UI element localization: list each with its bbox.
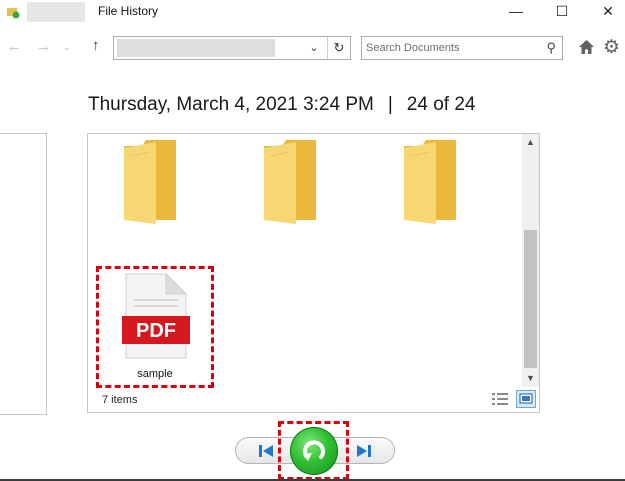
up-button[interactable]: ↑ xyxy=(92,37,100,54)
file-history-app-icon xyxy=(7,8,20,19)
search-box[interactable]: ⚲ xyxy=(361,36,563,60)
folder-icon[interactable] xyxy=(122,138,178,226)
window-title: File History xyxy=(98,4,159,18)
address-bar[interactable]: ⌄ ↻ xyxy=(113,36,351,60)
search-input[interactable] xyxy=(366,40,536,56)
file-highlight-box xyxy=(96,266,214,388)
search-icon[interactable]: ⚲ xyxy=(546,40,556,56)
minimize-button[interactable]: — xyxy=(494,0,538,22)
vertical-scrollbar[interactable]: ▲ ▼ xyxy=(522,134,539,387)
folder-icon[interactable] xyxy=(402,138,458,226)
snapshot-info: Thursday, March 4, 2021 3:24 PM | 24 of 24 xyxy=(88,94,475,116)
snapshot-separator: | xyxy=(387,94,393,115)
maximize-button[interactable]: ☐ xyxy=(540,0,584,22)
large-icons-view-button[interactable] xyxy=(516,390,536,408)
scroll-down-arrow[interactable]: ▼ xyxy=(522,370,539,387)
previous-version-pane[interactable] xyxy=(0,133,47,415)
snapshot-datetime: Thursday, March 4, 2021 3:24 PM xyxy=(88,94,374,115)
close-button[interactable]: ✕ xyxy=(586,0,625,22)
next-version-icon[interactable] xyxy=(354,443,374,459)
title-bar: File History — ☐ ✕ xyxy=(0,0,625,24)
scroll-up-arrow[interactable]: ▲ xyxy=(522,134,539,151)
snapshot-position: 24 of 24 xyxy=(406,94,476,115)
previous-version-icon[interactable] xyxy=(256,443,276,459)
navigation-bar: ← → ⌄ ↑ ⌄ ↻ ⚲ ⚙ xyxy=(0,30,625,66)
forward-button[interactable]: → xyxy=(36,38,51,55)
title-redacted-block xyxy=(27,2,85,22)
gear-icon[interactable]: ⚙ xyxy=(603,36,620,59)
folder-icon[interactable] xyxy=(262,138,318,226)
refresh-button[interactable]: ↻ xyxy=(327,37,350,59)
item-count: 7 items xyxy=(102,394,138,406)
home-icon[interactable] xyxy=(578,39,595,56)
back-button[interactable]: ← xyxy=(7,38,22,55)
address-redacted-block xyxy=(117,39,275,57)
details-view-icon[interactable] xyxy=(492,392,508,406)
large-icons-view-icon xyxy=(519,393,533,404)
recent-locations-dropdown[interactable]: ⌄ xyxy=(63,42,71,53)
address-dropdown-button[interactable]: ⌄ xyxy=(304,37,324,59)
scroll-thumb[interactable] xyxy=(524,230,537,368)
restore-highlight-box xyxy=(278,421,349,480)
